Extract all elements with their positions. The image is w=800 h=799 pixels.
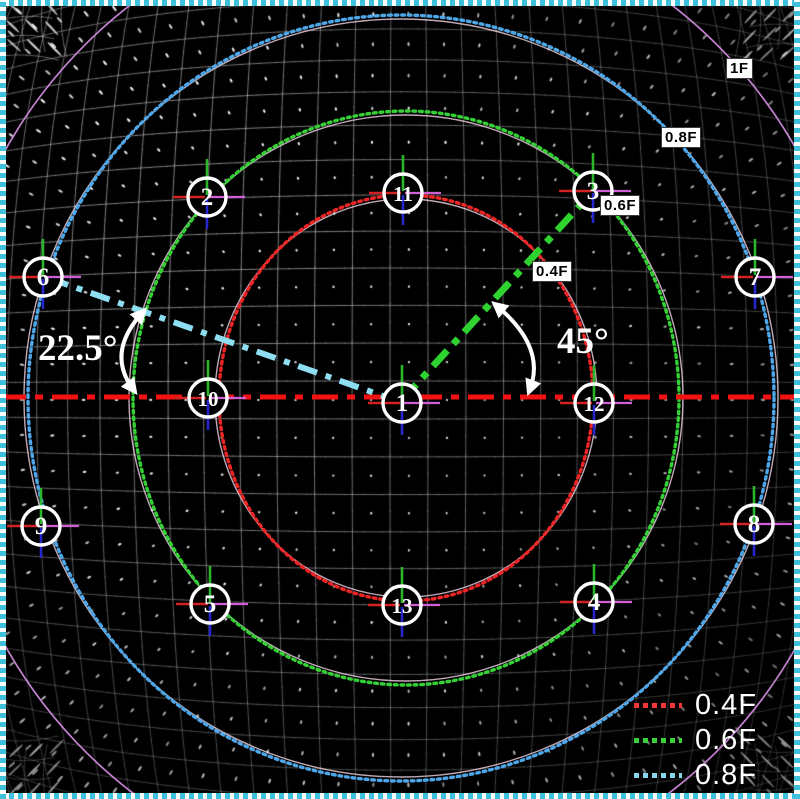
svg-text:3: 3 xyxy=(587,178,600,205)
ring-label-box: 0.8F xyxy=(661,127,701,148)
svg-text:9: 9 xyxy=(35,513,48,540)
legend-swatch-dotted-line xyxy=(634,738,682,743)
legend-item: 0.6F xyxy=(634,723,757,758)
svg-text:4: 4 xyxy=(588,589,601,616)
field-point-8: 8 xyxy=(720,486,792,556)
svg-text:8: 8 xyxy=(748,511,761,538)
field-point-7: 7 xyxy=(721,239,793,309)
legend-label: 0.8F xyxy=(695,761,757,790)
field-point-13: 13 xyxy=(368,567,440,637)
line-45-deg xyxy=(402,200,585,400)
svg-text:13: 13 xyxy=(392,594,413,618)
angle-annotation: 22.5° xyxy=(38,330,118,367)
ring-label-box: 0.4F xyxy=(532,261,572,282)
angle-annotation: 45° xyxy=(557,323,609,360)
svg-text:10: 10 xyxy=(198,387,219,411)
field-point-9: 9 xyxy=(7,488,79,558)
legend-label: 0.6F xyxy=(695,726,757,755)
field-point-1: 1 xyxy=(368,365,440,435)
legend-label: 0.4F xyxy=(695,691,757,720)
field-point-10: 10 xyxy=(174,360,246,430)
svg-text:7: 7 xyxy=(749,264,762,291)
field-point-11: 11 xyxy=(369,155,441,225)
field-point-6: 6 xyxy=(9,239,81,309)
frame-border-left xyxy=(0,0,6,799)
svg-text:2: 2 xyxy=(201,184,214,211)
svg-text:11: 11 xyxy=(393,182,413,206)
ring-label-box: 1F xyxy=(726,58,753,79)
field-point-2: 2 xyxy=(173,159,245,229)
svg-text:1: 1 xyxy=(396,390,409,417)
frame-border-bottom xyxy=(0,793,800,799)
legend: 0.4F 0.6F 0.8F xyxy=(634,688,757,793)
svg-text:5: 5 xyxy=(204,591,217,618)
overlay-svg: 12345678910111213 xyxy=(0,0,800,799)
legend-item: 0.4F xyxy=(634,688,757,723)
svg-text:6: 6 xyxy=(37,264,50,291)
field-diagram: 12345678910111213 0.4F 0.6F 0.8F 1F 22.5… xyxy=(0,0,800,799)
legend-item: 0.8F xyxy=(634,758,757,793)
frame-border-top xyxy=(0,0,800,6)
svg-text:12: 12 xyxy=(584,392,605,416)
frame-border-right xyxy=(794,0,800,799)
arc-45-arrow xyxy=(497,306,534,389)
legend-swatch-dotted-line xyxy=(634,703,682,708)
legend-swatch-dotted-line xyxy=(634,773,682,778)
ring-label-box: 0.6F xyxy=(600,195,640,216)
